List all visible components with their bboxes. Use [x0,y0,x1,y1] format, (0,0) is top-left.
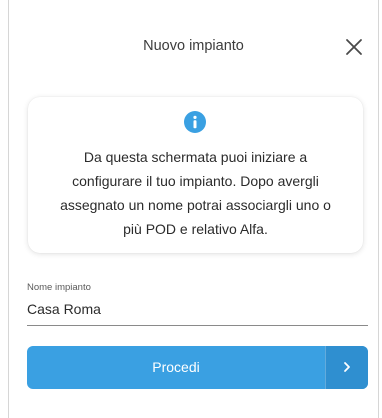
info-line: Da questa schermata puoi iniziare a [83,149,308,165]
dialog-title: Nuovo impianto [143,38,244,54]
close-icon[interactable] [343,36,365,58]
info-line: assegnato un nome potrai associargli uno… [60,197,331,213]
info-icon [184,111,206,133]
info-line: più POD e relativo Alfa. [123,221,268,237]
info-card: Da questa schermata puoi iniziare a conf… [28,97,363,253]
name-input[interactable]: Casa Roma [27,301,368,326]
chevron-right-icon[interactable] [325,346,368,389]
info-line: configurare il tuo impianto. Dopo avergl… [72,173,319,189]
dialog-panel: Nuovo impianto Da questa schermata puoi … [8,0,379,418]
name-field-label: Nome impianto [27,282,91,293]
info-message: Da questa schermata puoi iniziare a conf… [38,145,353,241]
dialog-header: Nuovo impianto [9,0,378,92]
page: Nuovo impianto Da questa schermata puoi … [0,0,382,418]
name-field: Nome impianto Casa Roma [27,282,368,326]
proceed-button-label: Procedi [152,359,200,375]
proceed-button[interactable]: Procedi [27,346,368,389]
